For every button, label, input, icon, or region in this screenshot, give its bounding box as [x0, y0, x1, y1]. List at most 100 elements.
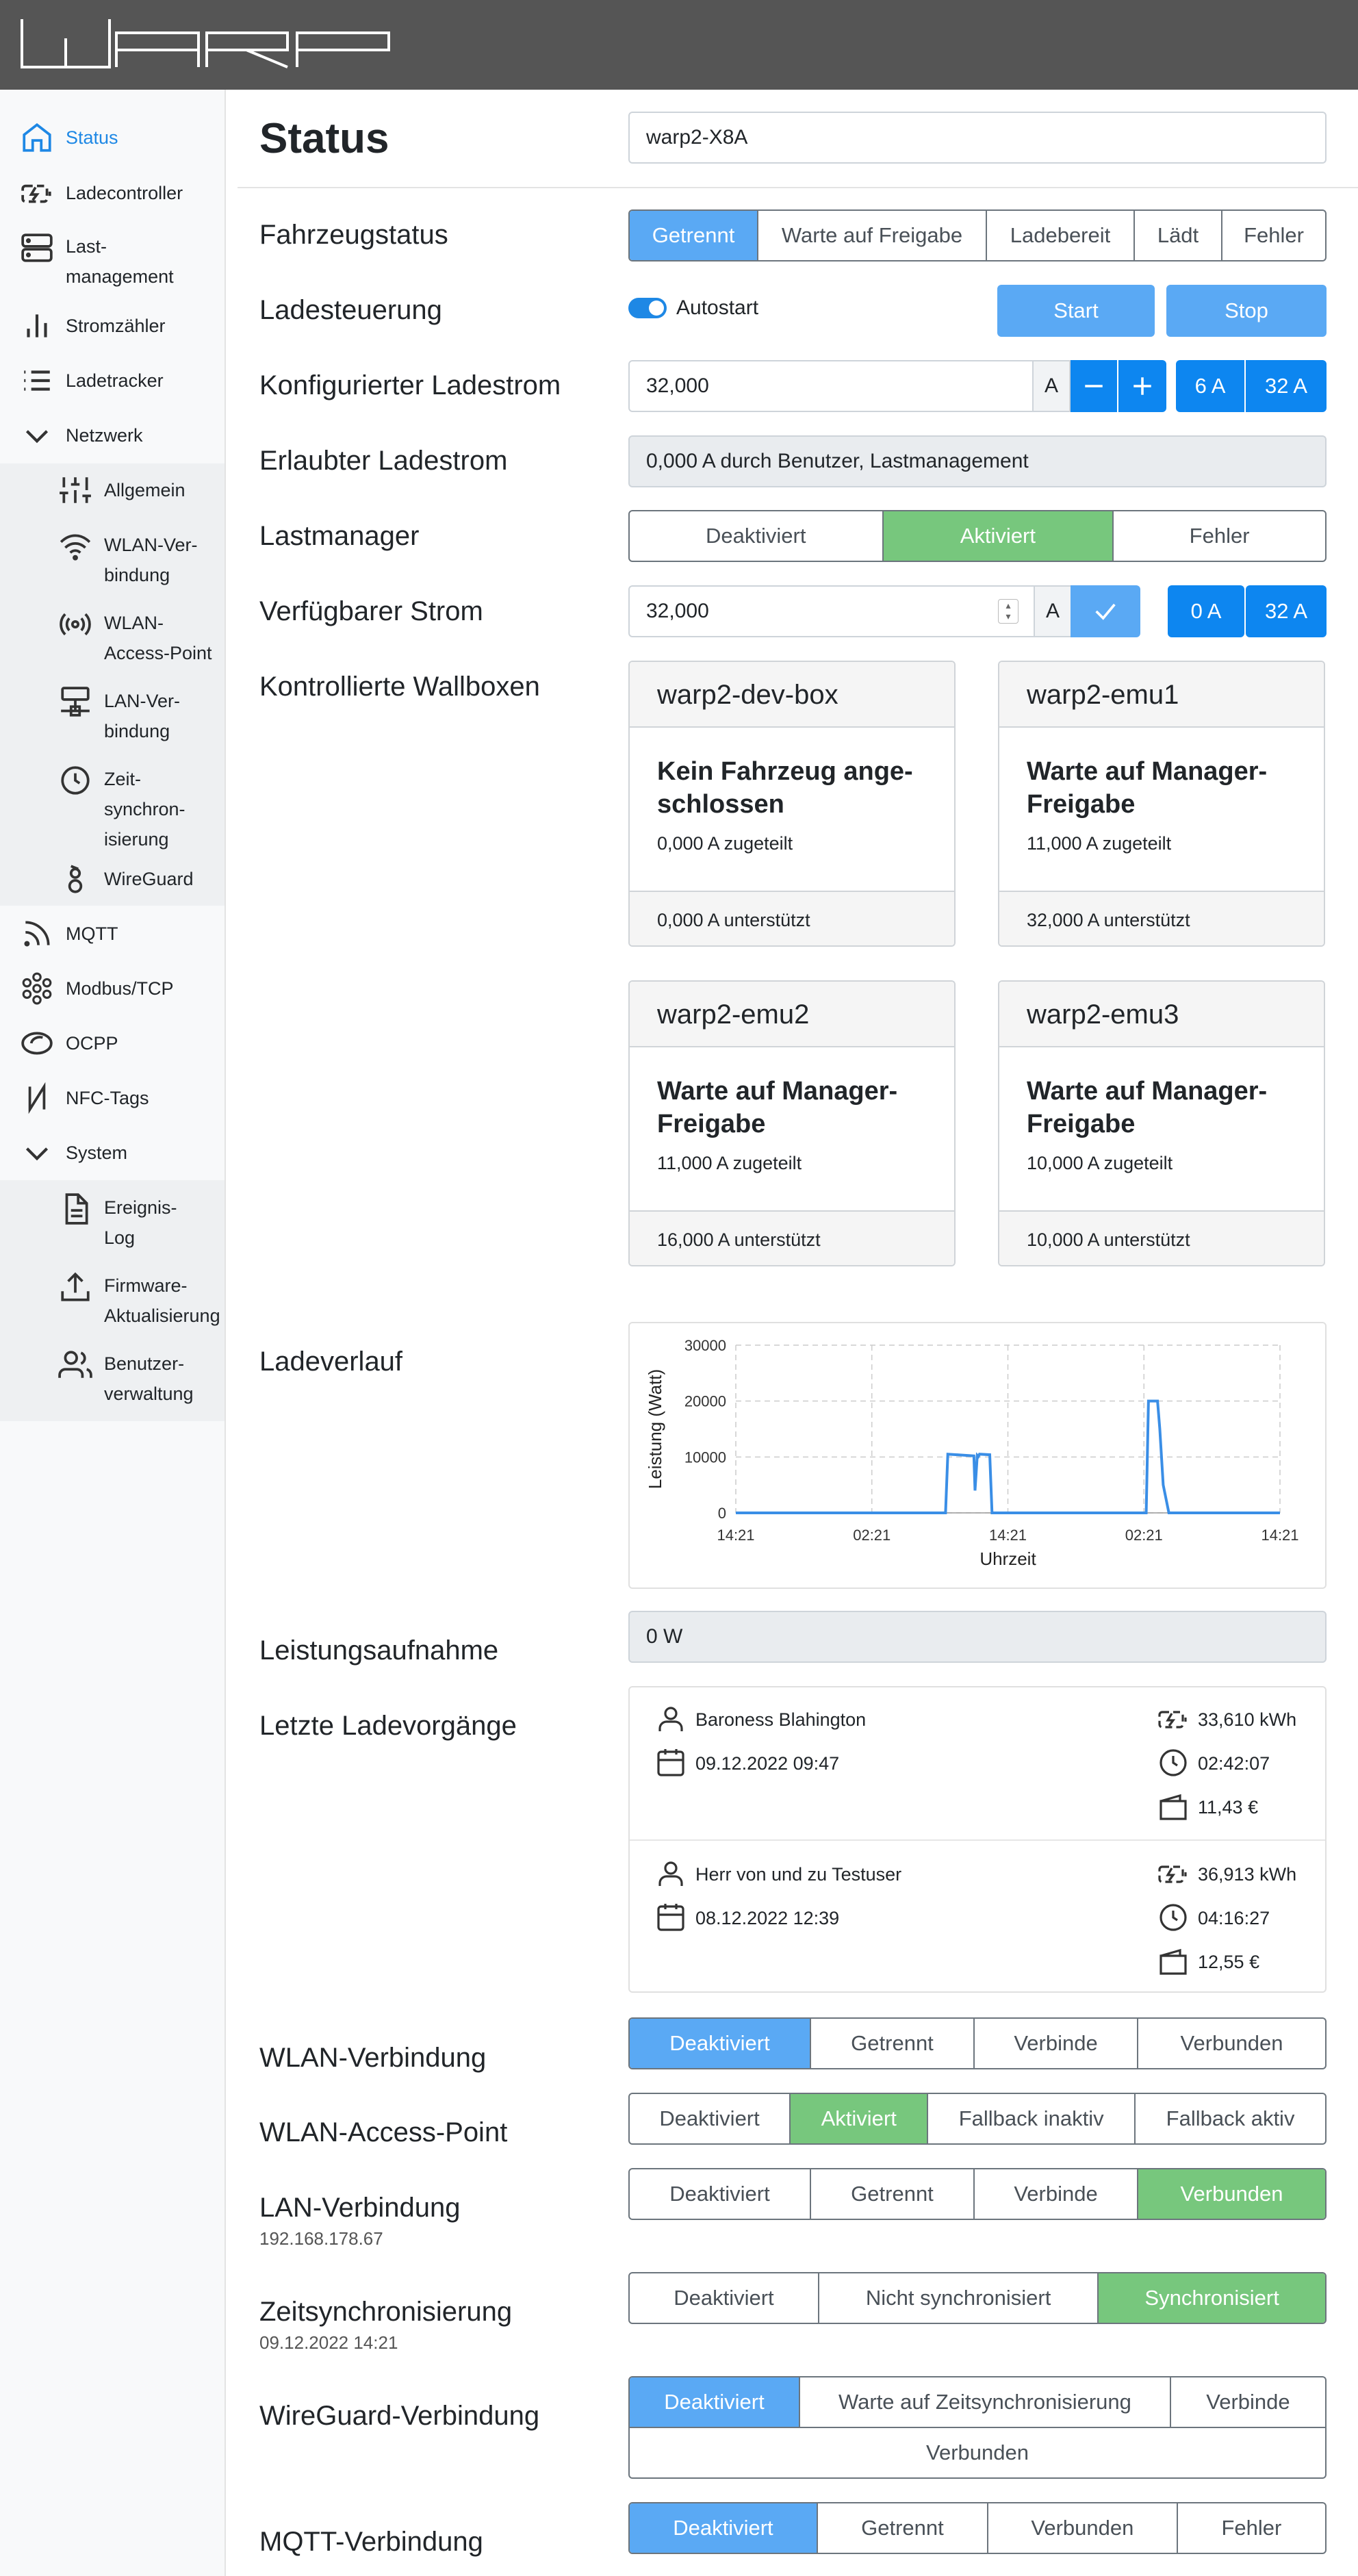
status-getrennt: Getrennt — [630, 211, 758, 260]
sidebar-item-wireguard[interactable]: WireGuard — [0, 861, 226, 897]
zeitsync-label: Zeitsynchronisierung — [259, 2297, 513, 2327]
stop-button[interactable]: Stop — [1166, 285, 1327, 337]
mqtt-getrennt: Getrennt — [818, 2503, 988, 2553]
verfuegbarer-strom-apply-button[interactable] — [1071, 585, 1140, 637]
lan-deaktiviert: Deaktiviert — [630, 2169, 811, 2219]
sidebar-item-modbus[interactable]: Modbus/TCP — [0, 971, 226, 1006]
sidebar-item-nfc-tags[interactable]: NFC-Tags — [0, 1080, 226, 1116]
ladestrom-plus-button[interactable] — [1118, 360, 1166, 412]
wallet-icon — [1160, 1794, 1187, 1820]
verfuegbarer-strom-0a-button[interactable]: 0 A — [1168, 585, 1244, 637]
ladevorgang-cost: 12,55 € — [1198, 1952, 1260, 1972]
sidebar-item-label: Zeit- synchron- isierung — [104, 769, 185, 850]
sidebar-item-mqtt[interactable]: MQTT — [0, 916, 226, 952]
charger-icon — [19, 175, 55, 211]
minus-icon — [1085, 385, 1103, 387]
x-axis-label: Uhrzeit — [979, 1548, 1036, 1569]
ladevorgang-energy: 36,913 kWh — [1198, 1864, 1297, 1885]
letzte-ladevorgaenge-label: Letzte Ladevorgänge — [259, 1711, 517, 1741]
ladestrom-minus-button[interactable] — [1071, 360, 1117, 412]
zeitsync-timestamp: 09.12.2022 14:21 — [259, 2332, 398, 2353]
wallbox-name: warp2-dev-box — [630, 662, 954, 728]
network-icon — [57, 685, 93, 720]
device-name-field[interactable]: warp2-X8A — [628, 112, 1327, 164]
zeit-deaktiviert: Deaktiviert — [630, 2273, 819, 2323]
zeitsync-group: Deaktiviert Nicht synchronisiert Synchro… — [628, 2272, 1327, 2324]
sidebar-item-status[interactable]: Status — [0, 120, 226, 155]
verfuegbarer-strom-input[interactable]: 32,000 — [628, 585, 1035, 637]
sidebar-item-stromzaehler[interactable]: Stromzähler — [0, 308, 226, 344]
leistungsaufnahme-value: 0 W — [628, 1611, 1327, 1663]
wallbox-card: warp2-emu2 Warte auf Manager- Freigabe 1… — [628, 980, 956, 1266]
wg-deaktiviert: Deaktiviert — [630, 2377, 801, 2427]
spinner-icon[interactable]: ▴ ▾ — [998, 599, 1018, 624]
wlan-deaktiviert: Deaktiviert — [630, 2019, 811, 2068]
mqtt-fehler: Fehler — [1221, 2516, 1282, 2540]
nfc-icon — [19, 1080, 55, 1116]
verfuegbarer-strom-32a-button[interactable]: 32 A — [1246, 585, 1327, 637]
wallbox-assigned: 11,000 A zugeteilt — [1027, 833, 1172, 854]
wallbox-state: Warte auf Manager- Freigabe — [657, 1077, 898, 1138]
sidebar-item-label: OCPP — [66, 1033, 118, 1054]
user-icon — [658, 1861, 683, 1886]
lastmanager-fehler: Fehler — [1189, 524, 1250, 548]
wallbox-name: warp2-emu2 — [630, 982, 954, 1047]
wg-verbinde: Verbinde — [1206, 2390, 1290, 2414]
lan-verbunden: Verbunden — [1138, 2169, 1325, 2219]
list-icon — [19, 363, 55, 398]
autostart-toggle[interactable] — [628, 298, 667, 318]
sidebar-item-netzwerk[interactable]: Netzwerk — [0, 418, 226, 453]
start-button[interactable]: Start — [997, 285, 1155, 337]
sidebar-item-ladetracker[interactable]: Ladetracker — [0, 363, 226, 398]
sidebar-item-label: Allgemein — [104, 480, 185, 500]
server-icon — [19, 230, 55, 266]
sidebar-item-wlan-access-point[interactable]: WLAN- Access-Point — [0, 605, 226, 667]
sidebar-item-ereignis-log[interactable]: Ereignis- Log — [0, 1190, 226, 1251]
rss-icon — [19, 916, 55, 952]
sidebar-item-label: NFC-Tags — [66, 1088, 149, 1108]
wallbox-supported: 10,000 A unterstützt — [999, 1210, 1324, 1265]
sidebar-item-label: Stromzähler — [66, 316, 166, 336]
wifi-icon — [57, 528, 93, 564]
wireguard-group-row2: Verbunden — [628, 2427, 1327, 2479]
top-bar — [0, 0, 1358, 90]
sidebar-item-zeitsynchronisierung[interactable]: Zeit- synchron- isierung — [0, 761, 226, 852]
sidebar-item-wlan-verbindung[interactable]: WLAN-Ver- bindung — [0, 527, 226, 589]
lan-getrennt: Getrennt — [811, 2169, 975, 2219]
sidebar-item-ocpp[interactable]: OCPP — [0, 1025, 226, 1061]
wallbox-supported: 0,000 A unterstützt — [630, 891, 954, 945]
ap-fallback-aktiv: Fallback aktiv — [1166, 2106, 1295, 2130]
sidebar-item-label: Benutzer- verwaltung — [104, 1353, 194, 1404]
ladestrom-6a-button[interactable]: 6 A — [1176, 360, 1244, 412]
lan-verbindung-group: Deaktiviert Getrennt Verbinde Verbunden — [628, 2168, 1327, 2220]
wlan-ap-label: WLAN-Access-Point — [259, 2117, 508, 2147]
modbus-icon — [19, 971, 55, 1006]
ladevorgang-cost: 11,43 € — [1198, 1797, 1259, 1818]
sidebar-item-ladecontroller[interactable]: Ladecontroller — [0, 175, 226, 211]
wlan-verbindung-label: WLAN-Verbindung — [259, 2043, 487, 2073]
sidebar-item-lan-verbindung[interactable]: LAN-Ver- bindung — [0, 683, 226, 745]
sidebar-item-lastmanagement[interactable]: Last- management — [0, 229, 226, 292]
sidebar-item-firmware[interactable]: Firmware- Aktualisierung — [0, 1268, 226, 1329]
sidebar-item-benutzerverwaltung[interactable]: Benutzer- verwaltung — [0, 1346, 226, 1407]
wallbox-assigned: 10,000 A zugeteilt — [1027, 1153, 1173, 1173]
user-icon — [658, 1707, 683, 1731]
lan-ip: 192.168.178.67 — [259, 2228, 383, 2249]
status-laedt: Lädt — [1135, 211, 1222, 260]
plus-icon — [1133, 377, 1151, 395]
sidebar-item-system[interactable]: System — [0, 1135, 226, 1171]
wallbox-card: warp2-emu1 Warte auf Manager- Freigabe 1… — [998, 661, 1325, 947]
wallbox-assigned: 11,000 A zugeteilt — [657, 1153, 802, 1173]
erlaubter-ladestrom-value: 0,000 A durch Benutzer, Lastmanagement — [628, 435, 1327, 487]
sliders-icon — [57, 472, 93, 508]
wallbox-name: warp2-emu1 — [999, 662, 1324, 728]
ladeverlauf-chart-box: 0 10000 20000 30000 14:21 02:21 14:21 02:21 14:2… — [628, 1322, 1327, 1589]
sidebar-item-allgemein[interactable]: Allgemein — [0, 472, 226, 508]
ladestrom-32a-button[interactable]: 32 A — [1246, 360, 1327, 412]
sidebar-item-label: Firmware- Aktualisierung — [104, 1275, 220, 1326]
sidebar-item-label: Modbus/TCP — [66, 978, 174, 999]
ladestrom-input[interactable]: 32,000 — [628, 360, 1034, 412]
battery-charging-icon — [1158, 1865, 1187, 1883]
clock-icon — [57, 763, 93, 798]
wg-verbunden: Verbunden — [926, 2440, 1029, 2464]
